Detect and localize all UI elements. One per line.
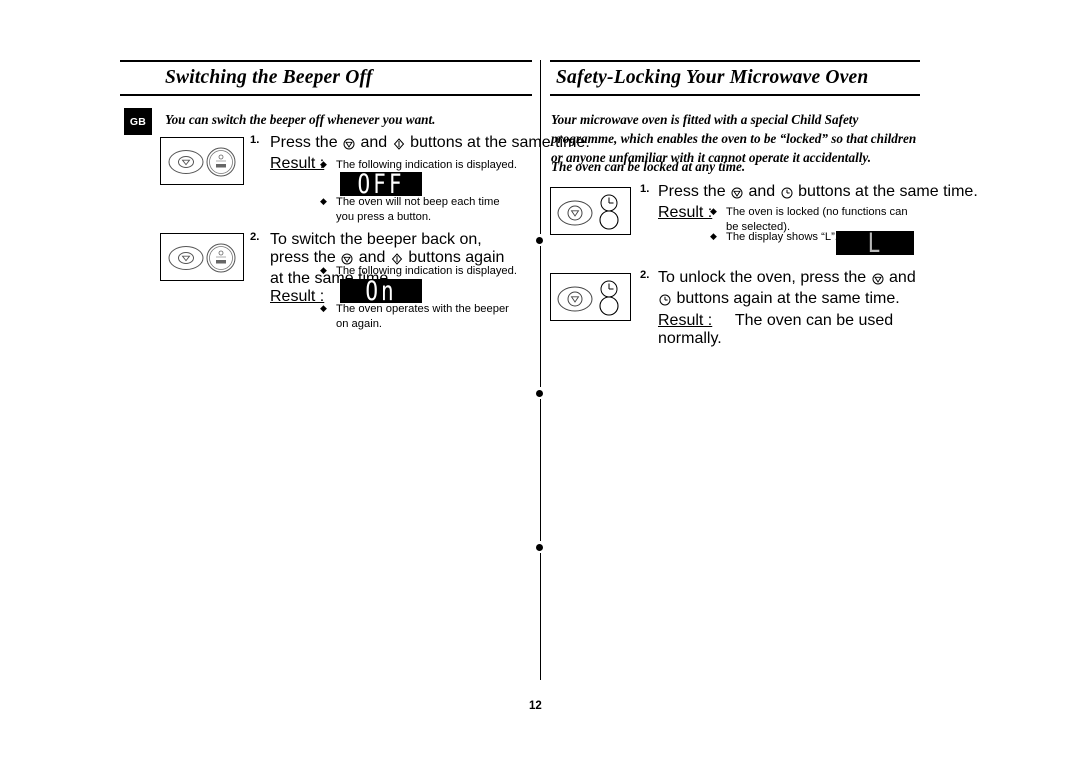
left-page-title: Switching the Beeper Off [165, 67, 373, 88]
result-label: Result : [658, 204, 713, 221]
manual-page: Switching the Beeper Off GB You can swit… [0, 0, 1080, 763]
divider-dot [536, 544, 543, 551]
result-label: Result : [270, 288, 325, 305]
bullet-item: ◆ The oven will not beep each time you p… [320, 195, 520, 225]
step-text-part: Press the [658, 183, 726, 200]
bullet-marker: ◆ [320, 303, 327, 313]
right-section-header: Safety-Locking Your Microwave Oven [550, 60, 920, 97]
step-text-part: and [889, 269, 916, 286]
bullet-marker: ◆ [320, 265, 327, 275]
divider-dot [536, 237, 543, 244]
header-rule-bottom [120, 94, 532, 97]
header-rule-bottom [550, 94, 920, 97]
bullet-marker: ◆ [710, 231, 717, 241]
bullet-marker: ◆ [320, 196, 327, 206]
step-bullet-list: ◆ The oven operates with the beeper on a… [320, 302, 520, 334]
step-text: To unlock the oven, press the and button… [658, 269, 926, 348]
step-bullet-list: ◆ The display shows “L”. [710, 230, 840, 247]
step-text-part: Press the [270, 134, 338, 151]
step-bullet-list: ◆ The oven will not beep each time you p… [320, 195, 520, 227]
bullet-label: The display shows “L”. [726, 231, 838, 243]
bullet-label: The oven operates with the beeper on aga… [336, 303, 509, 331]
control-panel-graphic [168, 243, 236, 273]
control-panel-graphic [168, 147, 236, 177]
step-text-part: buttons at the same time. [798, 183, 978, 200]
language-badge: GB [124, 108, 152, 135]
result-label: Result : [658, 312, 713, 329]
control-panel-illustration [160, 137, 244, 185]
step-number: 1. [250, 134, 260, 146]
left-column: Switching the Beeper Off [120, 60, 532, 97]
microwave-dial-icon [343, 137, 355, 155]
step-text-part: and [360, 134, 388, 151]
clock-icon [659, 293, 671, 311]
microwave-dial-icon [872, 272, 884, 290]
step-text-part: buttons again at the same time. [676, 290, 900, 307]
bullet-item: ◆ The display shows “L”. [710, 230, 840, 245]
control-panel-illustration [160, 233, 244, 281]
control-panel-graphic [557, 280, 619, 316]
left-section-header: Switching the Beeper Off [120, 60, 532, 97]
right-page-title: Safety-Locking Your Microwave Oven [556, 67, 869, 88]
step-text-part: To unlock the oven, press the [658, 269, 867, 286]
step-number: 2. [250, 231, 260, 243]
page-number: 12 [529, 700, 542, 712]
lcd-display-on: On [340, 276, 422, 306]
bullet-marker: ◆ [320, 159, 327, 169]
power-level-icon [393, 137, 405, 155]
bullet-item: ◆ The following indication is displayed. [320, 264, 530, 279]
lcd-display-locked: L [836, 228, 914, 258]
step-instruction: Press the and buttons at the same time. [270, 134, 590, 155]
step-number: 2. [640, 269, 650, 281]
column-divider [540, 60, 541, 680]
control-panel-graphic [557, 194, 619, 230]
control-panel-illustration [550, 187, 631, 235]
step-number: 1. [640, 183, 650, 195]
bullet-label: The oven will not beep each time you pre… [336, 196, 500, 224]
right-column: Safety-Locking Your Microwave Oven [550, 60, 920, 97]
clock-icon [781, 186, 793, 204]
bullet-item: ◆ The oven operates with the beeper on a… [320, 302, 520, 332]
right-intro-note: The oven can be locked at any time. [551, 159, 746, 174]
divider-dot [536, 390, 543, 397]
control-panel-illustration [550, 273, 631, 321]
step-instruction: Press the and buttons at the same time. [658, 183, 978, 204]
microwave-dial-icon [731, 186, 743, 204]
bullet-marker: ◆ [710, 206, 717, 216]
left-intro-text: You can switch the beeper off whenever y… [165, 112, 436, 127]
result-label: Result : [270, 155, 325, 172]
lcd-display-off: OFF [340, 169, 422, 199]
step-instruction: To unlock the oven, press the and button… [658, 269, 926, 311]
lcd-value: L [867, 228, 883, 258]
bullet-label: The following indication is displayed. [336, 265, 517, 277]
bullet-item: ◆ The following indication is displayed. [320, 158, 530, 173]
step-text-part: and [748, 183, 776, 200]
